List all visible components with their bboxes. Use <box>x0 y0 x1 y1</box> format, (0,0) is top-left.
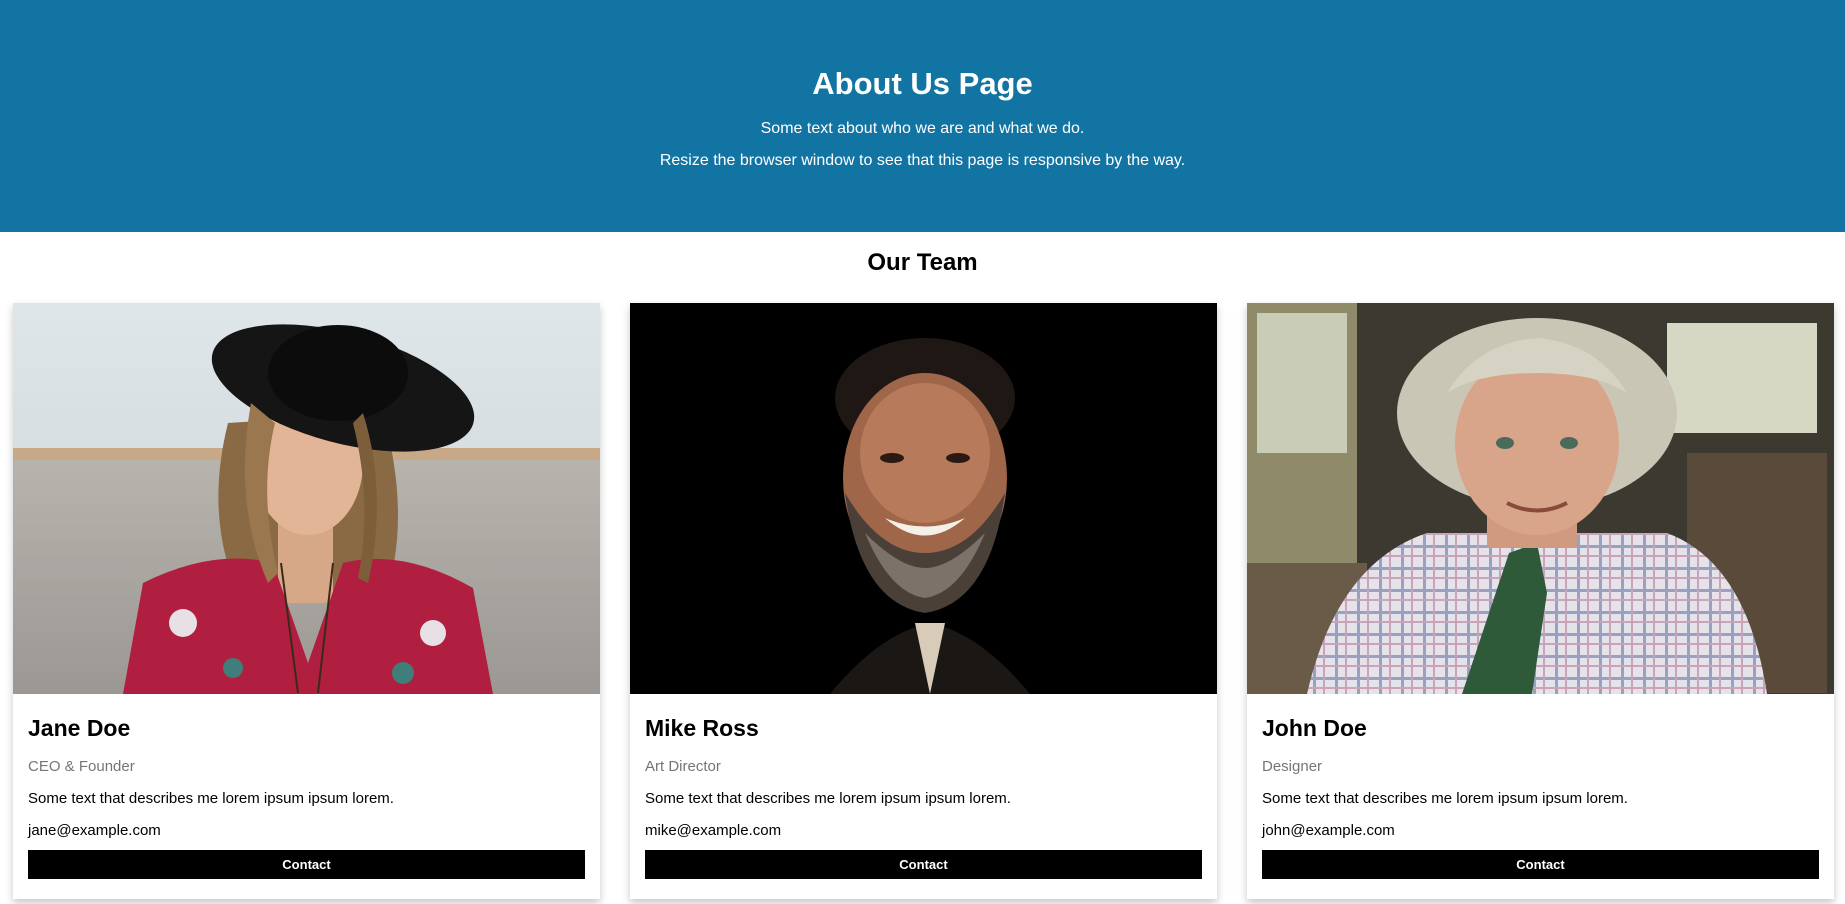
team-heading: Our Team <box>867 249 978 276</box>
contact-button[interactable]: Contact <box>28 850 585 879</box>
card-body: John Doe Designer Some text that describ… <box>1247 694 1834 879</box>
member-title: Designer <box>1262 758 1323 775</box>
member-title: Art Director <box>645 758 721 775</box>
member-email: jane@example.com <box>28 822 161 839</box>
card-body: Jane Doe CEO & Founder Some text that de… <box>13 694 600 879</box>
page-title: About Us Page <box>812 66 1033 101</box>
member-name: John Doe <box>1262 715 1367 741</box>
contact-button[interactable]: Contact <box>645 850 1202 879</box>
team-card-mike: Mike Ross Art Director Some text that de… <box>630 303 1217 899</box>
member-email: john@example.com <box>1262 822 1395 839</box>
hero-banner: About Us Page Some text about who we are… <box>0 0 1845 232</box>
hero-intro-text: Some text about who we are and what we d… <box>760 120 1085 137</box>
member-photo <box>630 303 1217 694</box>
contact-button[interactable]: Contact <box>1262 850 1819 879</box>
member-description: Some text that describes me lorem ipsum … <box>28 790 394 807</box>
team-cards: Jane Doe CEO & Founder Some text that de… <box>0 303 1845 899</box>
member-photo <box>1247 303 1834 694</box>
member-email: mike@example.com <box>645 822 782 839</box>
team-card-john: John Doe Designer Some text that describ… <box>1247 303 1834 899</box>
member-title: CEO & Founder <box>28 758 135 775</box>
hero-responsive-note: Resize the browser window to see that th… <box>659 152 1186 169</box>
card-body: Mike Ross Art Director Some text that de… <box>630 694 1217 879</box>
member-name: Jane Doe <box>28 715 131 741</box>
member-description: Some text that describes me lorem ipsum … <box>1262 790 1628 807</box>
member-photo <box>13 303 600 694</box>
team-card-jane: Jane Doe CEO & Founder Some text that de… <box>13 303 600 899</box>
member-description: Some text that describes me lorem ipsum … <box>645 790 1011 807</box>
member-name: Mike Ross <box>645 715 759 741</box>
